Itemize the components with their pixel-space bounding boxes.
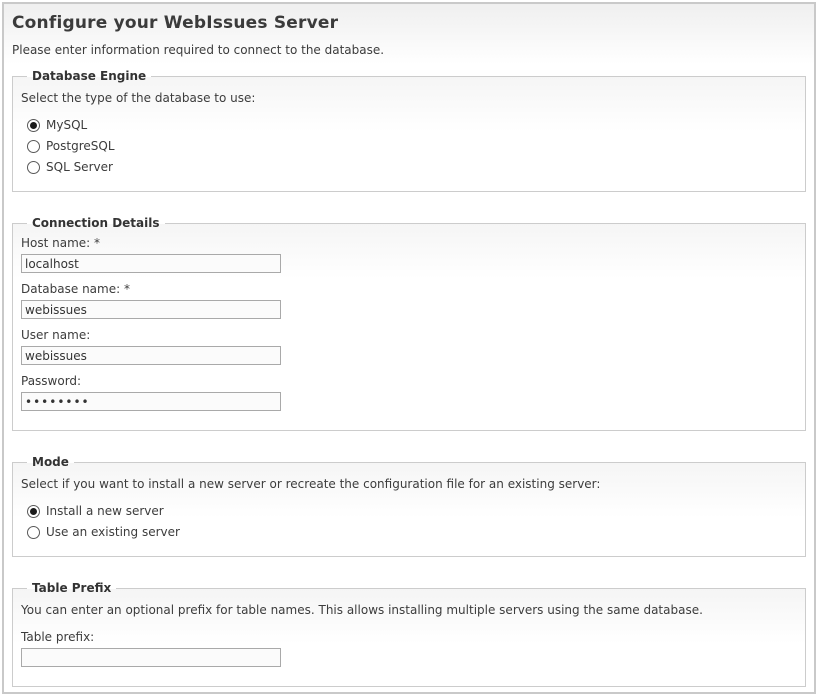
install-new-server-radio-icon[interactable] <box>27 505 40 518</box>
table-prefix-group: Table prefix: <box>21 630 797 667</box>
use-existing-server-radio-label[interactable]: Use an existing server <box>46 525 180 539</box>
host-name-input[interactable] <box>21 254 281 273</box>
radio-option-mysql[interactable]: MySQL <box>21 118 797 132</box>
table-prefix-label: Table prefix: <box>21 630 797 644</box>
database-engine-description: Select the type of the database to use: <box>21 91 797 105</box>
page-title: Configure your WebIssues Server <box>12 13 806 33</box>
host-name-group: Host name: * <box>21 236 797 273</box>
page-header: Configure your WebIssues Server Please e… <box>4 4 814 64</box>
postgresql-radio-icon[interactable] <box>27 140 40 153</box>
mode-section: Mode Select if you want to install a new… <box>12 455 806 557</box>
user-name-label: User name: <box>21 328 797 342</box>
database-engine-section: Database Engine Select the type of the d… <box>12 69 806 192</box>
password-group: Password: <box>21 374 797 411</box>
host-name-label: Host name: * <box>21 236 797 250</box>
table-prefix-description: You can enter an optional prefix for tab… <box>21 603 797 617</box>
connection-details-section: Connection Details Host name: * Database… <box>12 216 806 431</box>
database-name-input[interactable] <box>21 300 281 319</box>
radio-option-use-existing-server[interactable]: Use an existing server <box>21 525 797 539</box>
postgresql-radio-label[interactable]: PostgreSQL <box>46 139 115 153</box>
mode-description: Select if you want to install a new serv… <box>21 477 797 491</box>
database-engine-legend: Database Engine <box>27 69 151 83</box>
install-new-server-radio-label[interactable]: Install a new server <box>46 504 164 518</box>
radio-option-postgresql[interactable]: PostgreSQL <box>21 139 797 153</box>
database-name-label: Database name: * <box>21 282 797 296</box>
password-label: Password: <box>21 374 797 388</box>
password-input[interactable] <box>21 392 281 411</box>
radio-option-sqlserver[interactable]: SQL Server <box>21 160 797 174</box>
page-subtitle: Please enter information required to con… <box>12 43 806 57</box>
table-prefix-section: Table Prefix You can enter an optional p… <box>12 581 806 687</box>
use-existing-server-radio-icon[interactable] <box>27 526 40 539</box>
wizard-page: Configure your WebIssues Server Please e… <box>2 2 816 694</box>
mode-legend: Mode <box>27 455 74 469</box>
sqlserver-radio-label[interactable]: SQL Server <box>46 160 113 174</box>
radio-option-install-new-server[interactable]: Install a new server <box>21 504 797 518</box>
user-name-input[interactable] <box>21 346 281 365</box>
mysql-radio-icon[interactable] <box>27 119 40 132</box>
connection-details-legend: Connection Details <box>27 216 165 230</box>
table-prefix-legend: Table Prefix <box>27 581 116 595</box>
database-name-group: Database name: * <box>21 282 797 319</box>
user-name-group: User name: <box>21 328 797 365</box>
sqlserver-radio-icon[interactable] <box>27 161 40 174</box>
mysql-radio-label[interactable]: MySQL <box>46 118 87 132</box>
table-prefix-input[interactable] <box>21 648 281 667</box>
